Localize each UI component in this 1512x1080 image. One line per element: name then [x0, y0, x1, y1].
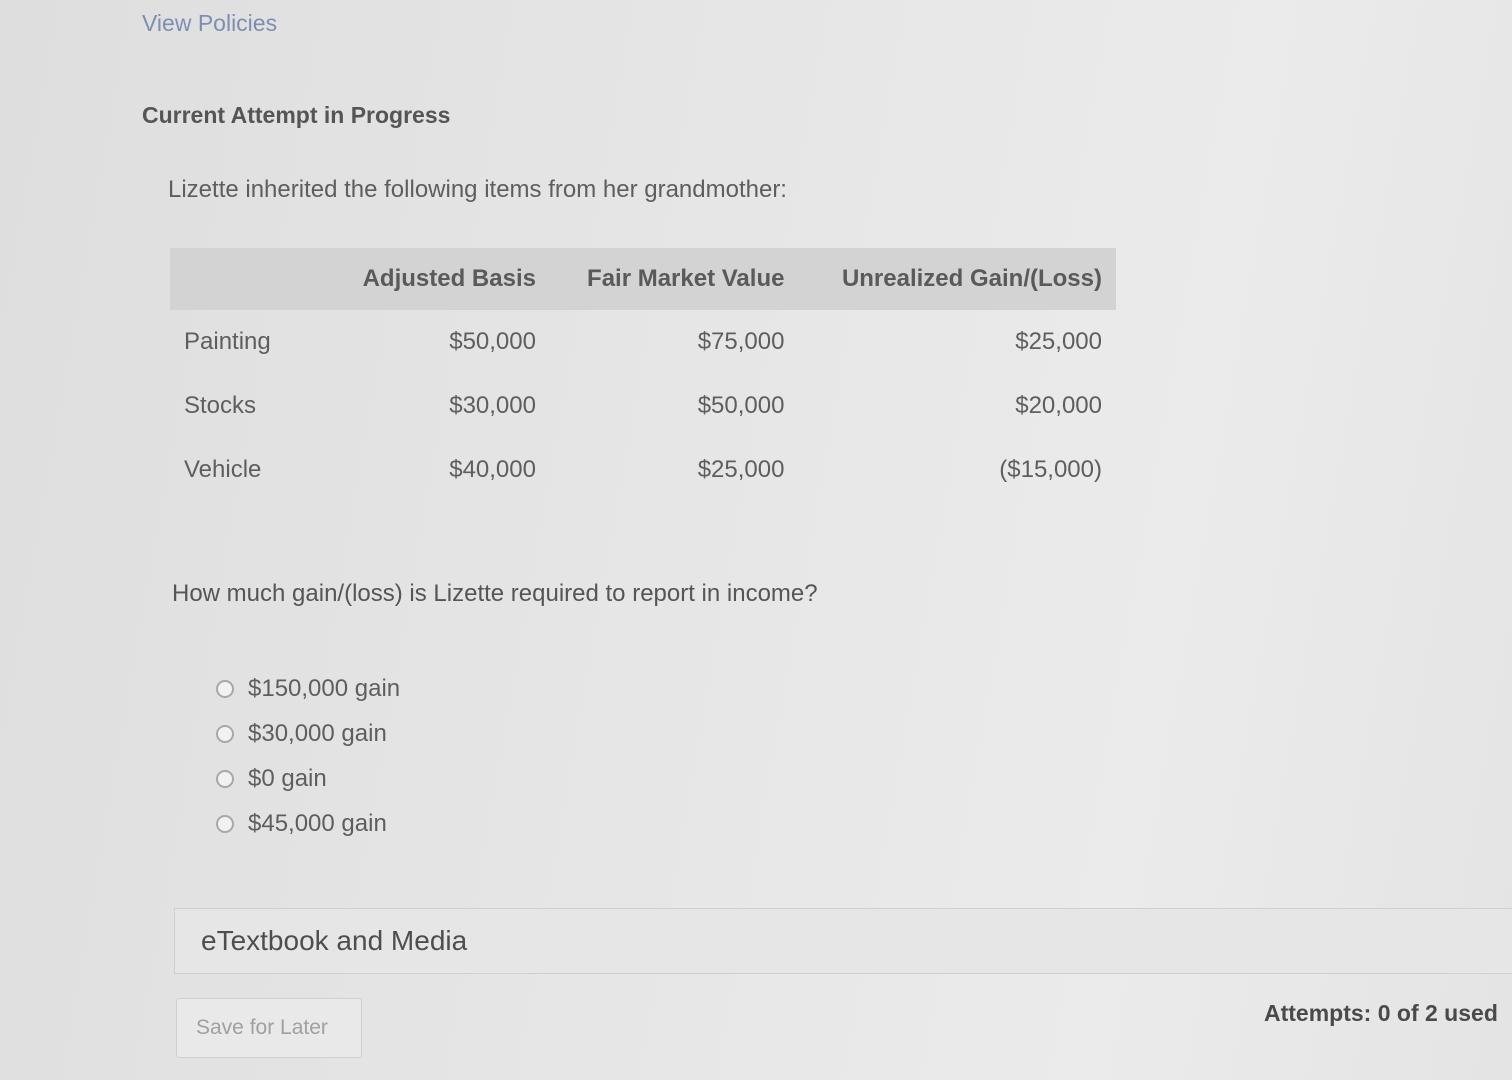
item-name: Stocks: [184, 392, 257, 419]
question-prompt: How much gain/(loss) is Lizette required…: [172, 580, 818, 607]
table-header-row: Adjusted Basis Fair Market Value Unreali…: [170, 248, 1116, 310]
attempt-heading: Current Attempt in Progress: [142, 102, 451, 128]
answer-option-45000-gain[interactable]: $45,000 gain: [216, 801, 400, 846]
radio-button[interactable]: [216, 814, 234, 833]
radio-button[interactable]: [216, 679, 234, 698]
column-header-fair-market-value: Fair Market Value: [587, 265, 785, 292]
unrealized-gain-cell: $20,000: [1015, 392, 1102, 419]
radio-button[interactable]: [216, 724, 234, 743]
fair-market-value-cell: $75,000: [697, 328, 785, 355]
answer-option-30000-gain[interactable]: $30,000 gain: [216, 711, 400, 756]
answer-option-150000-gain[interactable]: $150,000 gain: [216, 666, 400, 711]
etextbook-media-panel[interactable]: eTextbook and Media: [174, 908, 1512, 974]
unrealized-gain-cell: ($15,000): [999, 456, 1102, 483]
answer-option-label: $45,000 gain: [248, 809, 387, 837]
question-intro: Lizette inherited the following items fr…: [168, 176, 787, 203]
adjusted-basis-cell: $50,000: [449, 328, 536, 355]
save-for-later-button[interactable]: Save for Later: [176, 998, 362, 1058]
unrealized-gain-cell: $25,000: [1015, 328, 1102, 355]
column-header-adjusted-basis: Adjusted Basis: [362, 265, 536, 292]
column-header-unrealized-gain-loss: Unrealized Gain/(Loss): [841, 265, 1102, 292]
item-name: Vehicle: [184, 456, 262, 483]
attempts-counter: Attempts: 0 of 2 used: [1264, 1000, 1498, 1026]
item-name: Painting: [184, 328, 271, 355]
fair-market-value-cell: $50,000: [697, 392, 785, 419]
fair-market-value-cell: $25,000: [697, 456, 785, 483]
answer-option-label: $30,000 gain: [248, 719, 387, 747]
view-policies-link[interactable]: View Policies: [142, 10, 277, 37]
inherited-items-table: Adjusted Basis Fair Market Value Unreali…: [170, 248, 1116, 502]
adjusted-basis-cell: $40,000: [449, 456, 536, 483]
answer-options: $150,000 gain $30,000 gain $0 gain $45,0…: [216, 666, 400, 846]
radio-button[interactable]: [216, 769, 234, 788]
table-row: Stocks $30,000 $50,000 $20,000: [170, 374, 1116, 438]
table-row: Vehicle $40,000 $25,000 ($15,000): [170, 438, 1116, 502]
etextbook-media-label: eTextbook and Media: [201, 925, 468, 956]
column-header-item: [170, 248, 328, 310]
answer-option-0-gain[interactable]: $0 gain: [216, 756, 400, 801]
answer-option-label: $150,000 gain: [248, 674, 401, 702]
table-row: Painting $50,000 $75,000 $25,000: [170, 310, 1116, 374]
adjusted-basis-cell: $30,000: [449, 392, 536, 419]
save-for-later-label: Save for Later: [196, 1016, 328, 1039]
answer-option-label: $0 gain: [248, 764, 327, 792]
